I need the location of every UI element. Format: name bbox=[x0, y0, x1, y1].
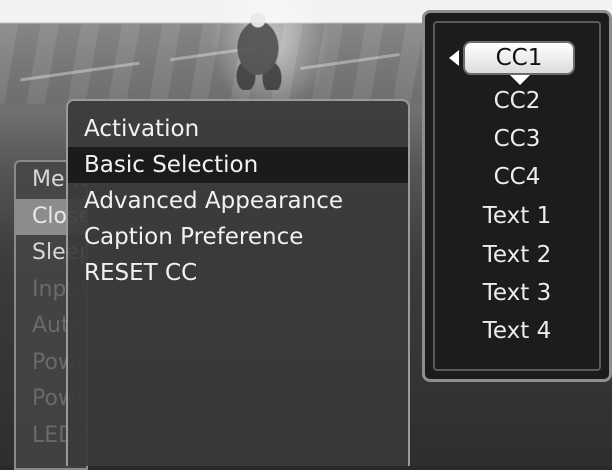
cc-option-selected[interactable]: CC1 bbox=[463, 41, 575, 75]
submenu-item-caption-preference[interactable]: Caption Preference bbox=[68, 219, 408, 255]
submenu-item-basic-selection[interactable]: Basic Selection bbox=[68, 147, 408, 183]
cc-option-text1[interactable]: Text 1 bbox=[425, 199, 609, 233]
submenu-item-activation[interactable]: Activation bbox=[68, 111, 408, 147]
cc-option-text2[interactable]: Text 2 bbox=[425, 238, 609, 272]
submenu-item-advanced-appearance[interactable]: Advanced Appearance bbox=[68, 183, 408, 219]
football-player-image bbox=[228, 6, 290, 90]
arrow-left-icon bbox=[449, 50, 459, 66]
submenu-item-reset-cc[interactable]: RESET CC bbox=[68, 255, 408, 291]
cc-option-cc3[interactable]: CC3 bbox=[425, 122, 609, 156]
stadium-background bbox=[0, 24, 430, 104]
cc-selector-panel: CC1 CC2 CC3 CC4 Text 1 Text 2 Text 3 Tex… bbox=[422, 10, 612, 382]
cc-option-cc2[interactable]: CC2 bbox=[425, 84, 609, 118]
cc-option-text3[interactable]: Text 3 bbox=[425, 276, 609, 310]
cc-option-cc4[interactable]: CC4 bbox=[425, 160, 609, 194]
closed-caption-submenu: Activation Basic Selection Advanced Appe… bbox=[66, 99, 410, 466]
cc-option-text4[interactable]: Text 4 bbox=[425, 314, 609, 348]
